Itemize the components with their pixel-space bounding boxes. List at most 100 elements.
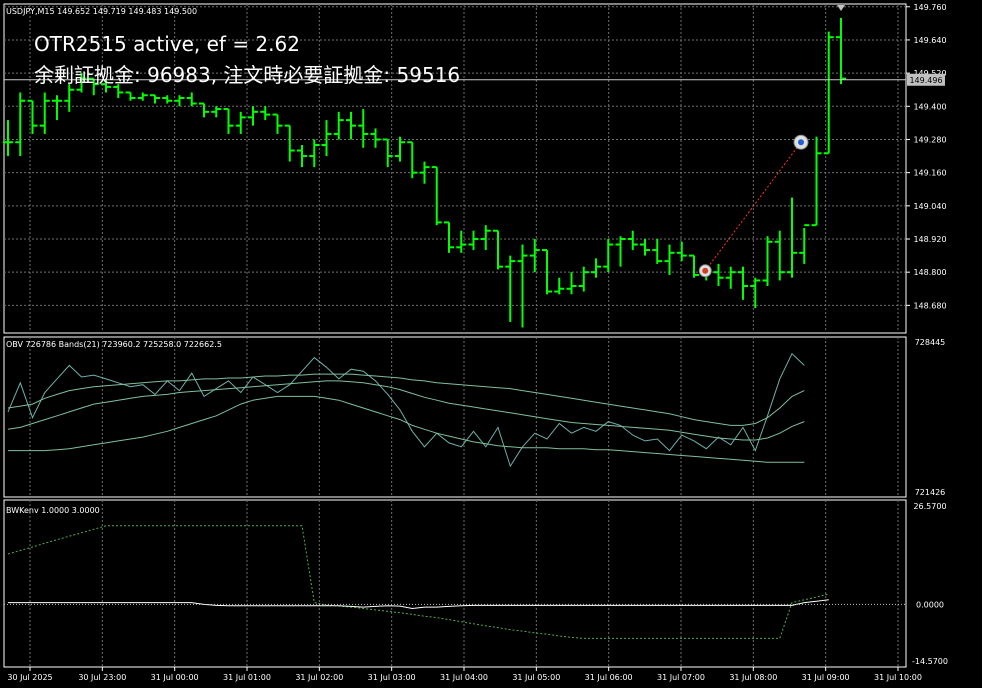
ohlc-bar [456, 230, 467, 253]
series-obv-line [7, 352, 805, 468]
ohlc-bar [15, 92, 26, 157]
price-tick-label: 148.800 [913, 268, 946, 277]
ohlc-bar [713, 263, 724, 286]
ohlc-bar [480, 225, 491, 251]
price-tick-label: 149.400 [913, 102, 946, 111]
ohlc-bar [272, 113, 283, 134]
pane-frame-2 [3, 499, 907, 668]
ohlc-bar [162, 95, 173, 104]
price-tick-label: 149.280 [913, 135, 946, 144]
grid-lines [4, 4, 906, 667]
ohlc-bar [321, 120, 332, 157]
obv-header: OBV 726786 Bands(21) 723960.2 725258.0 7… [6, 340, 222, 349]
obv-axis-bottom: 721426 [915, 488, 946, 497]
ohlc-bar [211, 106, 222, 118]
obv-pane[interactable] [7, 352, 805, 468]
price-tick-label: 148.680 [913, 301, 946, 310]
price-tick-label: 149.040 [913, 202, 946, 211]
ohlc-bar [799, 224, 810, 264]
ohlc-bar [566, 272, 577, 295]
bwk-header: BWKenv 1.0000 3.0000 [6, 506, 100, 515]
trading-chart[interactable]: 149.760149.640149.520149.400149.280149.1… [0, 0, 982, 688]
ohlc-bar [431, 166, 442, 226]
ohlc-bar [554, 277, 565, 295]
ohlc-bar [468, 230, 479, 251]
overlay-margin-line: 余剰証拠金: 96983, 注文時必要証拠金: 59516 [34, 63, 461, 87]
time-tick-label: 31 Jul 03:00 [368, 673, 416, 682]
ohlc-bar [578, 266, 589, 292]
shift-marker-icon [837, 5, 845, 11]
time-tick-label: 31 Jul 02:00 [295, 673, 343, 682]
bwk-pane[interactable] [4, 525, 906, 639]
time-tick-label: 30 Jul 23:00 [78, 673, 126, 682]
ohlc-bar [762, 236, 773, 286]
ohlc-bar [640, 239, 650, 256]
price-tick-label: 149.160 [913, 169, 946, 178]
pane-frames [3, 3, 907, 668]
ohlc-bar [493, 229, 503, 270]
ohlc-bar [64, 84, 75, 112]
ohlc-bar [787, 197, 797, 278]
ohlc-bar [676, 241, 687, 262]
time-tick-label: 31 Jul 10:00 [874, 673, 922, 682]
ohlc-bar [186, 92, 197, 107]
ohlc-bar [811, 136, 822, 227]
ohlc-bar [39, 92, 50, 134]
ohlc-bar [199, 102, 209, 118]
ohlc-bar [150, 94, 160, 104]
overlay-status-line: OTR2515 active, ef = 2.62 [34, 32, 300, 56]
ohlc-bar [52, 95, 62, 121]
ohlc-bar [664, 244, 675, 275]
ohlc-bar [358, 109, 369, 148]
ohlc-bar [615, 236, 626, 267]
bwk-axis-top: 26.5700 [913, 502, 946, 511]
time-tick-label: 31 Jul 06:00 [585, 673, 633, 682]
time-tick-label: 31 Jul 05:00 [512, 673, 560, 682]
time-tick-label: 30 Jul 2025 [7, 673, 52, 682]
price-tick-label: 149.640 [913, 36, 946, 45]
price-tick-label: 149.760 [913, 3, 946, 12]
time-tick-label: 31 Jul 00:00 [151, 673, 199, 682]
ohlc-bar [603, 239, 614, 273]
time-tick-label: 31 Jul 04:00 [440, 673, 488, 682]
ohlc-bar [260, 106, 271, 121]
ohlc-bar [125, 91, 136, 101]
ohlc-bar [248, 106, 258, 126]
ohlc-bar [137, 92, 148, 101]
ohlc-bar [652, 239, 663, 264]
trade-entry-marker [698, 264, 712, 278]
ohlc-bar [517, 244, 528, 328]
pane-frame-1 [3, 336, 907, 498]
ohlc-bar [284, 124, 295, 162]
current-price-label: 149.496 [909, 76, 942, 85]
ohlc-bar [333, 111, 344, 140]
ohlc-bar [297, 145, 307, 168]
bwk-axis-mid: 0.0000 [916, 600, 944, 609]
ohlc-bar [346, 111, 356, 140]
ohlc-bar [750, 277, 761, 309]
series-envelope-line [7, 525, 829, 639]
series-middle-line [7, 380, 805, 441]
bwk-axis-bottom: -14.5700 [912, 657, 948, 666]
trade-entry-dot [702, 267, 709, 274]
time-tick-label: 31 Jul 01:00 [223, 673, 271, 682]
ohlc-bar [444, 221, 454, 253]
ohlc-bar [395, 136, 405, 162]
time-tick-label: 31 Jul 08:00 [729, 673, 777, 682]
time-tick-label: 31 Jul 09:00 [802, 673, 850, 682]
ohlc-bar [370, 128, 381, 148]
time-tick-label: 31 Jul 07:00 [657, 673, 705, 682]
ohlc-bar [505, 255, 516, 322]
ohlc-bar [309, 139, 320, 168]
ohlc-bar [223, 108, 234, 134]
ohlc-bar [174, 95, 185, 107]
ohlc-bar [689, 254, 699, 278]
ohlc-bar [627, 230, 638, 251]
ohlc-bar [774, 230, 785, 281]
trade-exit-marker [793, 134, 809, 150]
ohlc-bar [529, 239, 540, 273]
ohlc-bar [591, 258, 601, 278]
ohlc-bar [725, 266, 736, 289]
ohlc-bar [27, 99, 38, 134]
symbol-header: USDJPY,M15 149.652 149.719 149.483 149.5… [6, 7, 197, 16]
